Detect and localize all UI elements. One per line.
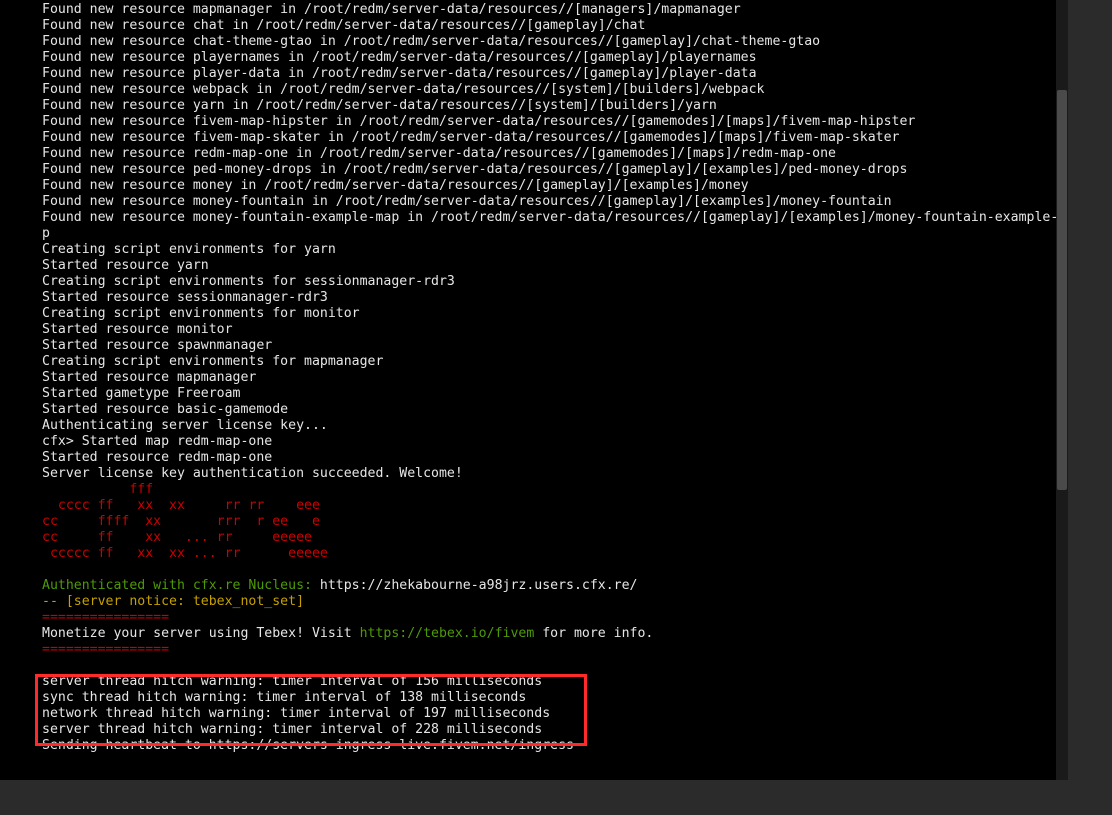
terminal-text-segment: https://tebex.io/fivem (360, 626, 535, 641)
terminal-text-segment: Found new resource money-fountain-exampl… (42, 210, 1068, 241)
terminal-text-segment: ccccc ff xx xx ... rr eeeee (42, 546, 368, 561)
terminal-line: Creating script environments for session… (42, 274, 1068, 290)
terminal-line: Found new resource playernames in /root/… (42, 50, 1068, 66)
terminal-text-segment: Started resource mapmanager (42, 370, 256, 385)
terminal-line: Started resource sessionmanager-rdr3 (42, 290, 1068, 306)
terminal-line: Found new resource webpack in /root/redm… (42, 82, 1068, 98)
terminal-line: Creating script environments for mapmana… (42, 354, 1068, 370)
terminal-text-segment (42, 562, 50, 577)
terminal-text-segment: Sending heartbeat to https://servers-ing… (42, 738, 574, 753)
terminal-line: Authenticated with cfx.re Nucleus: https… (42, 578, 1068, 594)
terminal-line: Started resource yarn (42, 258, 1068, 274)
terminal-text-segment: Started resource sessionmanager-rdr3 (42, 290, 328, 305)
terminal-text-segment: Creating script environments for yarn (42, 242, 336, 257)
terminal-text-segment: Found new resource player-data in /root/… (42, 66, 757, 81)
terminal-line: Server license key authentication succee… (42, 466, 1068, 482)
terminal-text-segment: Found new resource chat-theme-gtao in /r… (42, 34, 820, 49)
terminal-text-segment: Server license key authentication succee… (42, 466, 463, 481)
terminal-line (42, 562, 1068, 578)
terminal-line: Found new resource yarn in /root/redm/se… (42, 98, 1068, 114)
terminal-line: Found new resource fivem-map-hipster in … (42, 114, 1068, 130)
terminal-text-segment: Started resource yarn (42, 258, 209, 273)
terminal-text-segment: Found new resource playernames in /root/… (42, 50, 757, 65)
terminal-line: Monetize your server using Tebex! Visit … (42, 626, 1068, 642)
terminal-text-segment (42, 658, 50, 673)
terminal-line: server thread hitch warning: timer inter… (42, 674, 1068, 690)
terminal-text-segment: ================ (42, 610, 169, 625)
terminal-line: ================ (42, 642, 1068, 658)
terminal-text-segment: https://zhekabourne-a98jrz.users.cfx.re/ (312, 578, 638, 593)
terminal-line: Started gametype Freeroam (42, 386, 1068, 402)
terminal-line: Creating script environments for yarn (42, 242, 1068, 258)
terminal-text-segment: Started resource basic-gamemode (42, 402, 288, 417)
terminal-line: cc ff xx ... rr eeeee (42, 530, 1068, 546)
terminal-line: Found new resource mapmanager in /root/r… (42, 2, 1068, 18)
terminal-line: Started resource monitor (42, 322, 1068, 338)
terminal-line: Found new resource money in /root/redm/s… (42, 178, 1068, 194)
terminal-text-segment: Authenticating server license key... (42, 418, 328, 433)
terminal-line: Found new resource money-fountain in /ro… (42, 194, 1068, 210)
terminal-line: ================ (42, 610, 1068, 626)
terminal-text-segment: Found new resource ped-money-drops in /r… (42, 162, 907, 177)
terminal-line: Started resource mapmanager (42, 370, 1068, 386)
terminal-text-segment: Found new resource money in /root/redm/s… (42, 178, 749, 193)
terminal-line: Started resource spawnmanager (42, 338, 1068, 354)
scrollbar-track[interactable] (1056, 0, 1068, 780)
terminal-text-segment: server thread hitch warning: timer inter… (42, 674, 542, 689)
terminal-line: cccc ff xx xx rr rr eee (42, 498, 1068, 514)
terminal-text-segment: Found new resource fivem-map-hipster in … (42, 114, 915, 129)
terminal-text-segment: server thread hitch warning: timer inter… (42, 722, 542, 737)
terminal-text-segment: network thread hitch warning: timer inte… (42, 706, 550, 721)
terminal-line: cc ffff xx rrr r ee e (42, 514, 1068, 530)
terminal-line: Found new resource ped-money-drops in /r… (42, 162, 1068, 178)
terminal-text-segment: cc ffff xx rrr r ee e (42, 514, 360, 529)
terminal-line: Found new resource fivem-map-skater in /… (42, 130, 1068, 146)
terminal-line: network thread hitch warning: timer inte… (42, 706, 1068, 722)
terminal-text-segment: cccc ff xx xx rr rr eee (42, 498, 360, 513)
terminal-text-segment: Found new resource redm-map-one in /root… (42, 146, 836, 161)
terminal-line: fff (42, 482, 1068, 498)
terminal-text-segment: Creating script environments for session… (42, 274, 455, 289)
terminal-text-segment: Monetize your server using Tebex! Visit (42, 626, 360, 641)
scrollbar-thumb[interactable] (1057, 90, 1067, 490)
terminal-text-segment: -- [server notice: tebex_not_set] (42, 594, 304, 609)
terminal-line: -- [server notice: tebex_not_set] (42, 594, 1068, 610)
terminal-text-segment: Started resource monitor (42, 322, 233, 337)
terminal-line (42, 658, 1068, 674)
terminal-text-segment: ================ (42, 642, 169, 657)
terminal-line: Found new resource redm-map-one in /root… (42, 146, 1068, 162)
terminal-text-segment: Found new resource fivem-map-skater in /… (42, 130, 899, 145)
terminal-text-segment: sync thread hitch warning: timer interva… (42, 690, 526, 705)
terminal-line: Authenticating server license key... (42, 418, 1068, 434)
terminal-text-segment: Found new resource chat in /root/redm/se… (42, 18, 645, 33)
terminal-line: Sending heartbeat to https://servers-ing… (42, 738, 1068, 754)
terminal-text-segment: Started resource redm-map-one (42, 450, 272, 465)
terminal-text-segment: Authenticated with cfx.re Nucleus: (42, 578, 312, 593)
terminal-text-segment: cc ff xx ... rr eeeee (42, 530, 360, 545)
terminal-line: Started resource basic-gamemode (42, 402, 1068, 418)
terminal-line: Found new resource chat-theme-gtao in /r… (42, 34, 1068, 50)
terminal-text-segment: cfx> Started map redm-map-one (42, 434, 272, 449)
terminal-window[interactable]: Found new resource mapmanager in /root/r… (0, 0, 1068, 780)
terminal-line: Started resource redm-map-one (42, 450, 1068, 466)
terminal-line: cfx> Started map redm-map-one (42, 434, 1068, 450)
terminal-line: Found new resource money-fountain-exampl… (42, 210, 1068, 242)
terminal-line: Found new resource player-data in /root/… (42, 66, 1068, 82)
terminal-text-segment: Found new resource money-fountain in /ro… (42, 194, 892, 209)
terminal-text-segment: Creating script environments for monitor (42, 306, 360, 321)
terminal-text-segment: Creating script environments for mapmana… (42, 354, 383, 369)
terminal-text-segment: Found new resource webpack in /root/redm… (42, 82, 765, 97)
terminal-line: Found new resource chat in /root/redm/se… (42, 18, 1068, 34)
terminal-text-segment: Found new resource yarn in /root/redm/se… (42, 98, 717, 113)
terminal-text-segment: fff (42, 482, 360, 497)
terminal-text-segment: Started gametype Freeroam (42, 386, 241, 401)
terminal-text-segment: for more info. (534, 626, 653, 641)
terminal-output: Found new resource mapmanager in /root/r… (0, 0, 1068, 754)
terminal-line: ccccc ff xx xx ... rr eeeee (42, 546, 1068, 562)
terminal-line: Creating script environments for monitor (42, 306, 1068, 322)
terminal-line: server thread hitch warning: timer inter… (42, 722, 1068, 738)
terminal-text-segment: Found new resource mapmanager in /root/r… (42, 2, 741, 17)
terminal-text-segment: Started resource spawnmanager (42, 338, 272, 353)
terminal-line: sync thread hitch warning: timer interva… (42, 690, 1068, 706)
